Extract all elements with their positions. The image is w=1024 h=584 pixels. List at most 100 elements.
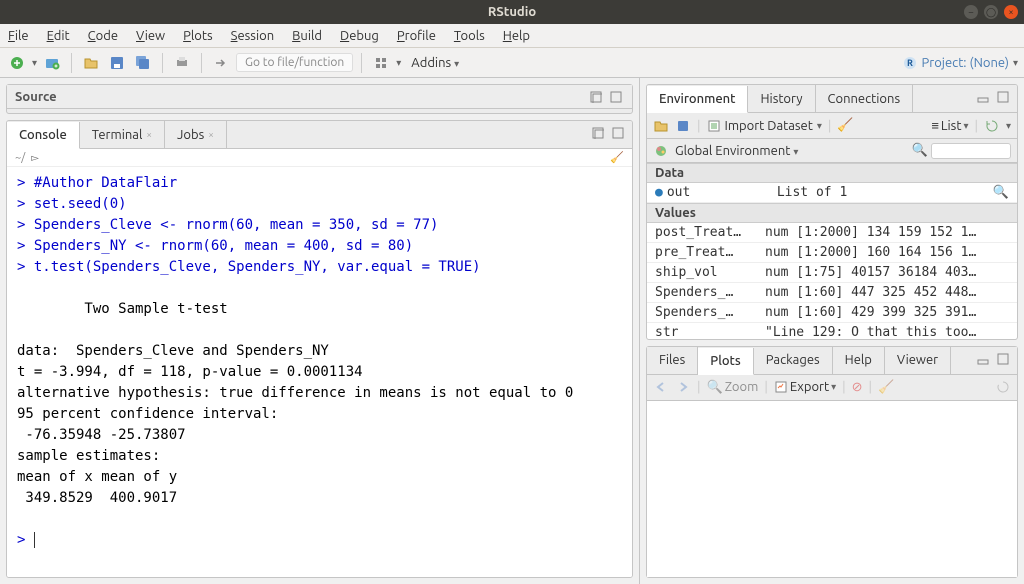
tab-environment[interactable]: Environment [647,86,748,113]
menu-profile[interactable]: Profile [397,29,436,43]
import-dataset-menu[interactable]: Import Dataset ▾ [707,119,822,133]
separator [162,53,163,73]
tab-console[interactable]: Console [7,122,80,149]
separator [71,53,72,73]
project-label: Project: (None) [922,56,1009,70]
env-scope-bar: Global Environment ▾ 🔍 [647,139,1017,163]
path-dropdown-icon[interactable]: ▻ [31,152,39,164]
env-row[interactable]: post_Treat…num [1:2000] 134 159 152 1… [647,223,1017,243]
r-project-icon: R [902,55,918,71]
menu-help[interactable]: Help [503,29,530,43]
window-title: RStudio [488,5,536,19]
tab-jobs[interactable]: Jobs × [165,121,227,148]
r-globe-icon [653,143,669,159]
source-collapse-icon[interactable] [608,89,624,105]
clear-console-icon[interactable]: 🧹 [610,151,624,164]
prev-plot-icon[interactable] [653,379,669,395]
tab-viewer[interactable]: Viewer [885,347,951,374]
tab-help[interactable]: Help [833,347,885,374]
save-workspace-icon[interactable] [675,118,691,134]
goto-file-input[interactable]: Go to file/function [236,53,353,72]
project-menu[interactable]: R Project: (None) ▾ [902,55,1018,71]
env-row[interactable]: pre_Treat…num [1:2000] 160 164 156 1… [647,243,1017,263]
source-window-icon[interactable] [588,89,604,105]
close-icon[interactable]: × [208,129,214,140]
menubar: File Edit Code View Plots Session Build … [0,24,1024,48]
maximize-icon[interactable]: ◯ [984,5,998,19]
env-scope-menu[interactable]: Global Environment ▾ [675,144,798,158]
console-window-icon[interactable] [590,125,606,141]
tab-files[interactable]: Files [647,347,698,374]
menu-code[interactable]: Code [88,29,118,43]
tab-plots[interactable]: Plots [698,348,754,375]
environment-pane: Environment History Connections | Import… [646,84,1018,340]
grid-icon[interactable] [370,52,392,74]
zoom-button[interactable]: 🔍Zoom [707,380,759,395]
inspect-icon[interactable]: 🔍 [993,185,1009,200]
env-search[interactable]: 🔍 [912,143,1011,159]
main-toolbar: ▾ Go to file/function ▾ Addins ▾ R Proje… [0,48,1024,78]
env-data-list: Data ● out List of 1 🔍 Values post_Treat… [647,163,1017,339]
env-row[interactable]: str"Line 129: O that this too… [647,323,1017,339]
addins-menu[interactable]: Addins ▾ [411,56,459,70]
expand-icon[interactable]: ● [655,185,663,200]
clear-plots-icon[interactable]: 🧹 [878,380,894,395]
menu-plots[interactable]: Plots [183,29,213,43]
console-output[interactable]: > #Author DataFlair > set.seed(0) > Spen… [7,167,632,577]
plots-maximize-icon[interactable] [995,351,1011,367]
env-row[interactable]: Spenders_…num [1:60] 429 399 325 391… [647,303,1017,323]
env-row-out[interactable]: ● out List of 1 🔍 [647,183,1017,203]
menu-session[interactable]: Session [231,29,274,43]
env-tabset: Environment History Connections [647,85,1017,113]
goto-placeholder: Go to file/function [245,56,344,69]
env-row[interactable]: ship_volnum [1:75] 40157 36184 403… [647,263,1017,283]
list-view-menu[interactable]: ≡ List ▾ [931,118,968,133]
env-collapse-icon[interactable] [975,89,991,105]
source-label: Source [15,90,57,104]
zoom-icon: 🔍 [707,380,723,395]
tab-packages[interactable]: Packages [754,347,833,374]
print-icon[interactable] [171,52,193,74]
close-icon[interactable]: × [146,129,152,140]
menu-tools[interactable]: Tools [454,29,485,43]
search-icon: 🔍 [912,143,928,157]
plots-pane: Files Plots Packages Help Viewer | 🔍Zoom… [646,346,1018,578]
save-icon[interactable] [106,52,128,74]
env-maximize-icon[interactable] [995,89,1011,105]
env-row[interactable]: Spenders_…num [1:60] 447 325 452 448… [647,283,1017,303]
menu-view[interactable]: View [136,29,165,43]
tab-terminal[interactable]: Terminal × [80,121,165,148]
import-icon [707,119,721,133]
new-file-dropdown[interactable]: ▾ [32,57,37,69]
env-search-input[interactable] [931,143,1011,159]
next-plot-icon[interactable] [675,379,691,395]
console-pane: Console Terminal × Jobs × ~/ ▻ 🧹 > #Auth… [6,120,633,578]
menu-build[interactable]: Build [292,29,322,43]
new-project-icon[interactable] [41,52,63,74]
console-tabset: Console Terminal × Jobs × [7,121,632,149]
clear-workspace-icon[interactable]: 🧹 [837,118,853,133]
load-workspace-icon[interactable] [653,118,669,134]
save-all-icon[interactable] [132,52,154,74]
console-maximize-icon[interactable] [610,125,626,141]
menu-file[interactable]: File [8,29,29,43]
refresh-plot-icon[interactable] [995,379,1011,395]
minimize-icon[interactable]: – [964,5,978,19]
tab-connections[interactable]: Connections [816,85,914,112]
menu-edit[interactable]: Edit [47,29,70,43]
remove-plot-icon[interactable]: ⊘ [852,380,863,395]
new-file-icon[interactable] [6,52,28,74]
menu-debug[interactable]: Debug [340,29,379,43]
export-icon [774,380,788,394]
grid-dropdown[interactable]: ▾ [396,57,401,69]
refresh-icon[interactable] [984,118,1000,134]
open-file-icon[interactable] [80,52,102,74]
close-icon[interactable]: × [1004,5,1018,19]
plots-collapse-icon[interactable] [975,351,991,367]
svg-text:R: R [907,58,913,68]
goto-arrow-icon[interactable] [210,52,232,74]
workspace: Source Console Terminal × Jobs × ~/ [0,78,1024,584]
export-menu[interactable]: Export ▾ [774,380,836,394]
tab-history[interactable]: History [748,85,815,112]
separator [201,53,202,73]
